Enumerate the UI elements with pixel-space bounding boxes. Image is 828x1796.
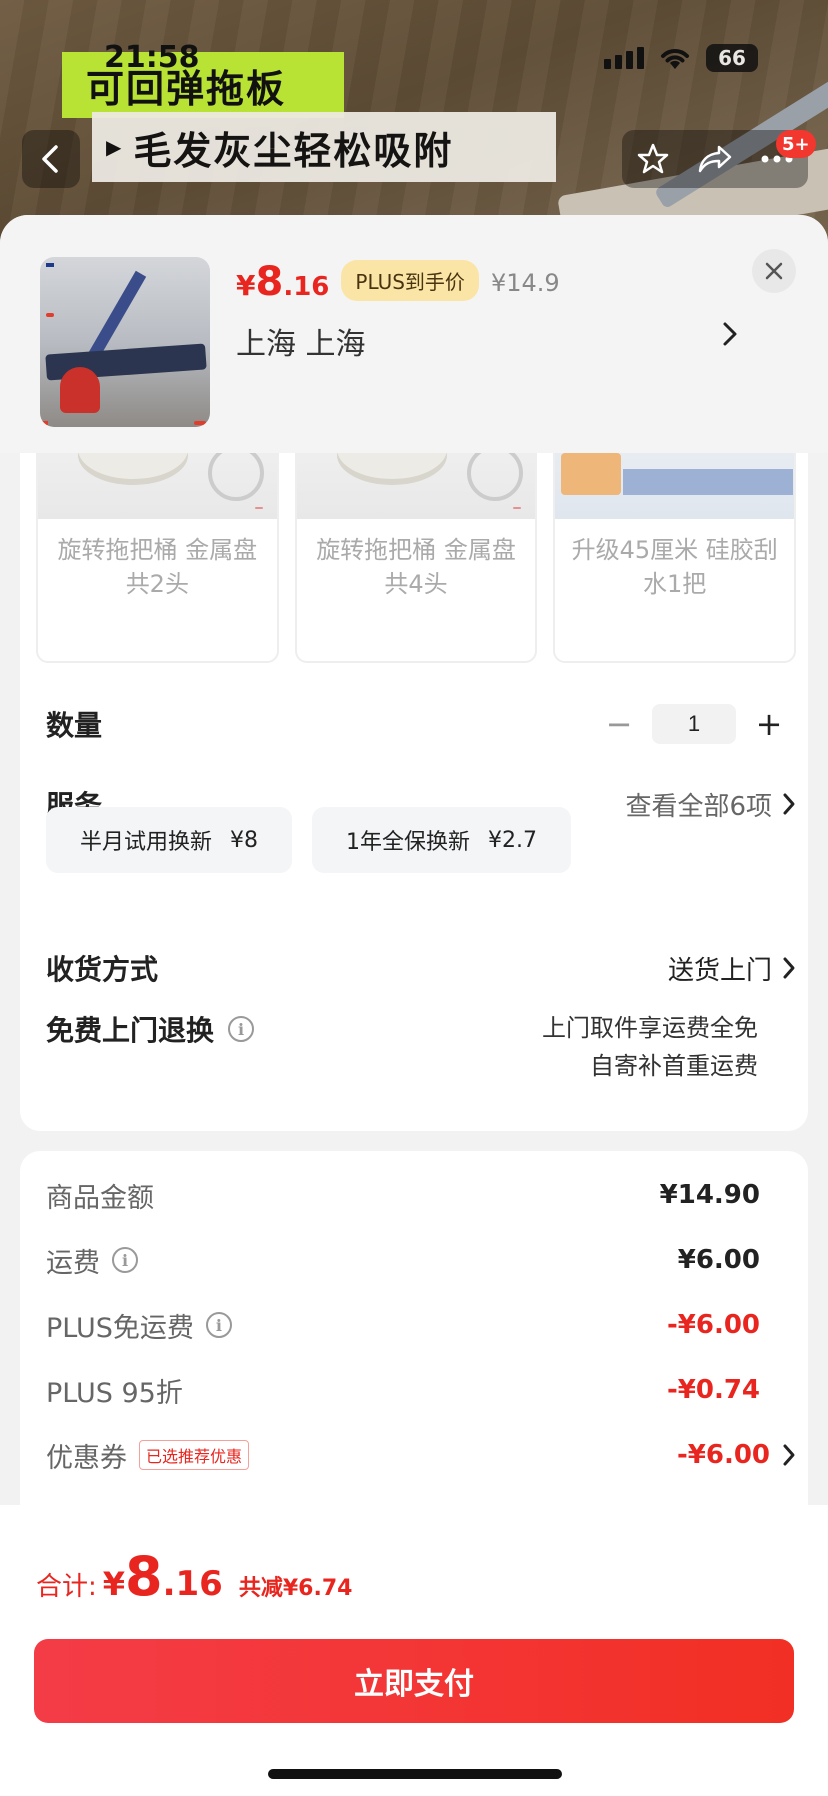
price-row-value: -¥6.00: [666, 1310, 760, 1340]
option-label: 旋转拖把桶 金属盘共2头: [57, 536, 258, 598]
product-banner: 可回弹拖板 ▶ 毛发灰尘轻松吸附: [0, 0, 828, 240]
options-card: 旋转拖把桶 金属盘共2头 旋转拖把桶 金属盘共4头 升级45厘米 硅胶刮水1把: [20, 371, 808, 1131]
cart-badge: 5+: [776, 130, 816, 158]
return-description: 上门取件享运费全免 自寄补首重运费: [542, 1009, 758, 1085]
return-label: 免费上门退换: [46, 1014, 215, 1047]
price-row-label: 优惠券: [46, 1442, 127, 1474]
chevron-right-icon[interactable]: [722, 321, 738, 347]
battery-indicator: 66: [706, 44, 758, 72]
chevron-left-icon: [42, 145, 58, 173]
original-price: ¥14.9: [490, 269, 560, 297]
back-button[interactable]: [22, 130, 80, 188]
view-all-services-text: 查看全部6项: [625, 791, 772, 822]
star-icon[interactable]: [636, 142, 670, 176]
price-row-plus-discount: PLUS 95折 -¥0.74: [46, 1368, 796, 1412]
pay-now-button[interactable]: 立即支付: [34, 1639, 794, 1723]
price-currency: ¥: [236, 269, 256, 302]
service-chip[interactable]: 半月试用换新 ¥8: [46, 807, 293, 873]
sku-price: ¥8.16 PLUS到手价 ¥14.9: [236, 259, 560, 307]
status-icons: 66: [604, 44, 758, 72]
price-row-value: -¥0.74: [666, 1375, 760, 1405]
decrease-button[interactable]: −: [604, 705, 634, 743]
increase-button[interactable]: +: [754, 705, 784, 743]
return-row: 免费上门退换 i 上门取件享运费全免 自寄补首重运费: [46, 1009, 796, 1099]
status-time: 21:58: [104, 40, 200, 75]
quantity-label: 数量: [46, 709, 103, 742]
promo-subtitle: ▶ 毛发灰尘轻松吸附: [92, 112, 556, 182]
promo-subtitle-text: 毛发灰尘轻松吸附: [133, 128, 454, 173]
price-row-value: ¥14.90: [659, 1180, 760, 1210]
quantity-stepper: − +: [604, 704, 784, 744]
price-row-label: PLUS 95折: [46, 1377, 183, 1409]
price-integer: 8: [255, 259, 284, 305]
quantity-input[interactable]: [652, 704, 736, 744]
delivery-address[interactable]: 上海 上海: [236, 319, 366, 363]
price-row-shipping: 运费 i ¥6.00: [46, 1238, 796, 1282]
service-chip-price: ¥2.7: [488, 827, 537, 853]
chevron-right-icon: [783, 1444, 795, 1466]
total-integer: 8: [125, 1545, 163, 1608]
delivery-method-text: 送货上门: [667, 955, 772, 986]
sku-header: ¥8.16 PLUS到手价 ¥14.9 上海 上海: [0, 215, 828, 453]
return-line-1: 上门取件享运费全免: [542, 1014, 758, 1042]
delivery-row: 收货方式 送货上门: [46, 943, 796, 993]
purchase-sheet: ¥8.16 PLUS到手价 ¥14.9 上海 上海 旋转拖把桶 金属盘共2头 旋…: [0, 215, 828, 1796]
wifi-icon: [661, 49, 689, 69]
option-label: 旋转拖把桶 金属盘共4头: [316, 536, 516, 598]
price-decimal: .16: [283, 272, 330, 302]
quantity-row: 数量 − +: [46, 699, 796, 749]
total-currency: ¥: [102, 1565, 126, 1603]
service-chip[interactable]: 1年全保换新 ¥2.7: [312, 807, 571, 873]
home-indicator: [268, 1769, 562, 1779]
return-line-2: 自寄补首重运费: [590, 1052, 758, 1080]
chevron-right-icon: [783, 793, 795, 815]
price-row-label: PLUS免运费: [46, 1312, 194, 1344]
service-chip-price: ¥8: [230, 827, 259, 853]
total-price: 合计: ¥8.16 共减¥6.74: [36, 1545, 352, 1608]
checkout-footer: 合计: ¥8.16 共减¥6.74 立即支付: [0, 1505, 828, 1796]
price-row-goods: 商品金额 ¥14.90: [46, 1173, 796, 1217]
view-all-services[interactable]: 查看全部6项: [625, 786, 796, 823]
option-label: 升级45厘米 硅胶刮水1把: [571, 536, 778, 598]
delivery-label: 收货方式: [46, 953, 159, 986]
total-saving: 共减¥6.74: [238, 1576, 353, 1601]
service-chip-name: 1年全保换新: [346, 830, 471, 855]
share-icon[interactable]: [697, 143, 733, 175]
price-row-value: ¥6.00: [677, 1245, 760, 1275]
price-row-coupon[interactable]: 优惠券 已选推荐优惠 -¥6.00: [46, 1433, 796, 1477]
plus-price-badge: PLUS到手价: [341, 260, 479, 301]
close-icon: [765, 262, 783, 280]
close-button[interactable]: [752, 249, 796, 293]
play-triangle-icon: ▶: [106, 135, 124, 159]
coupon-tag: 已选推荐优惠: [139, 1440, 250, 1470]
service-chip-name: 半月试用换新: [80, 830, 213, 855]
price-row-label: 商品金额: [46, 1182, 154, 1214]
info-icon[interactable]: i: [112, 1247, 138, 1273]
info-icon[interactable]: i: [228, 1016, 255, 1042]
price-row-value: -¥6.00: [676, 1440, 770, 1470]
info-icon[interactable]: i: [205, 1312, 232, 1338]
delivery-method-select[interactable]: 送货上门: [668, 950, 796, 987]
total-label: 合计:: [36, 1572, 97, 1602]
chevron-right-icon: [783, 957, 795, 979]
signal-icon: [604, 47, 644, 69]
price-row-label: 运费: [46, 1247, 100, 1279]
price-row-plus-free-shipping: PLUS免运费 i -¥6.00: [46, 1303, 796, 1347]
product-thumbnail[interactable]: [40, 257, 210, 427]
total-decimal: .16: [162, 1564, 223, 1604]
service-chips: 半月试用换新 ¥8 1年全保换新 ¥2.7: [46, 807, 571, 873]
